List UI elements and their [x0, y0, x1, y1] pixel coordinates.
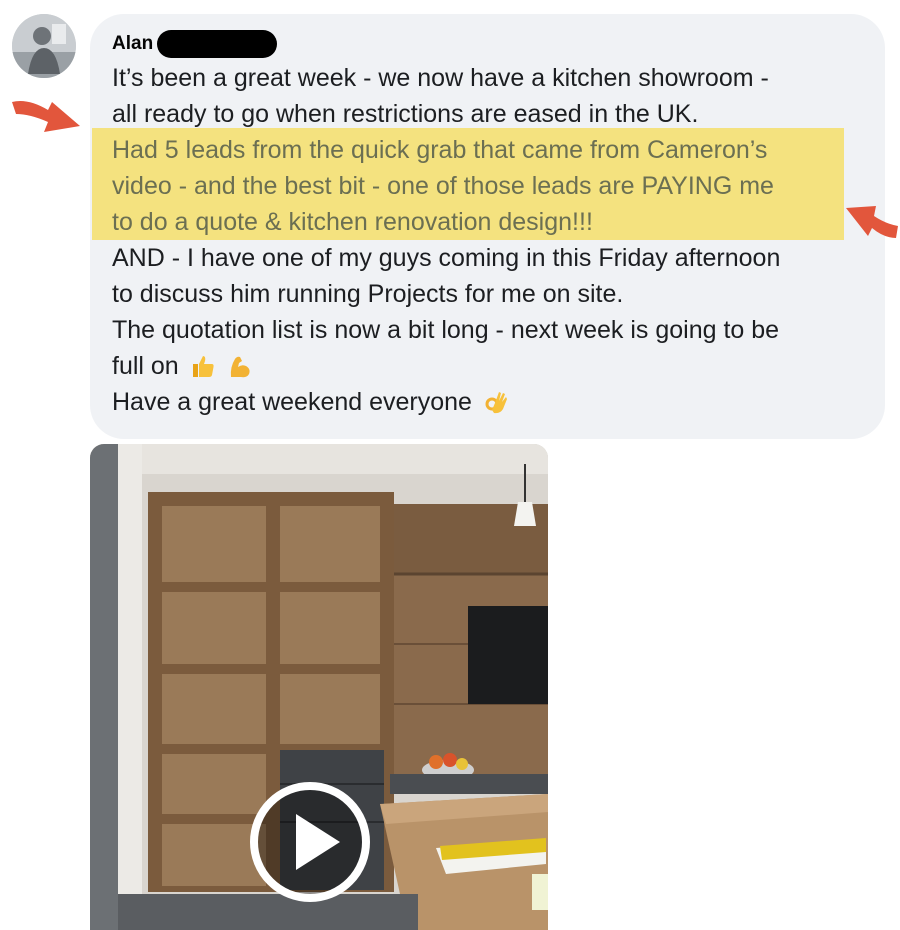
comment-line: AND - I have one of my guys coming in th…	[112, 244, 781, 272]
avatar[interactable]	[12, 14, 76, 78]
thumbs-up-icon	[192, 356, 214, 377]
comment-line-with-emoji: full on	[112, 348, 253, 384]
play-icon[interactable]	[248, 780, 372, 904]
comment-line: all ready to go when restrictions are ea…	[112, 100, 699, 128]
comment-line: The quotation list is now a bit long - n…	[112, 316, 780, 344]
arrow-right-icon	[12, 101, 80, 132]
video-thumbnail[interactable]	[90, 444, 548, 930]
ok-hand-icon	[485, 392, 507, 414]
avatar-image	[12, 14, 76, 78]
comment-author[interactable]: Alan	[112, 30, 278, 58]
comment-line-with-emoji: Have a great weekend everyone	[112, 384, 509, 420]
comment-bubble: Alan It’s been a great week - we now hav…	[90, 14, 885, 439]
flexed-biceps-icon	[230, 356, 250, 378]
highlighted-line: Had 5 leads from the quick grab that cam…	[112, 136, 768, 164]
comment-line: to discuss him running Projects for me o…	[112, 280, 624, 308]
author-name[interactable]: Alan	[112, 33, 153, 55]
highlighted-line: video - and the best bit - one of those …	[112, 172, 774, 200]
comment-text: full on	[112, 352, 179, 380]
comment-text: Have a great weekend everyone	[112, 388, 472, 416]
highlighted-line: to do a quote & kitchen renovation desig…	[112, 208, 593, 236]
comment-line: It’s been a great week - we now have a k…	[112, 64, 769, 92]
redacted-surname	[157, 30, 278, 58]
arrow-left-icon	[846, 206, 898, 238]
